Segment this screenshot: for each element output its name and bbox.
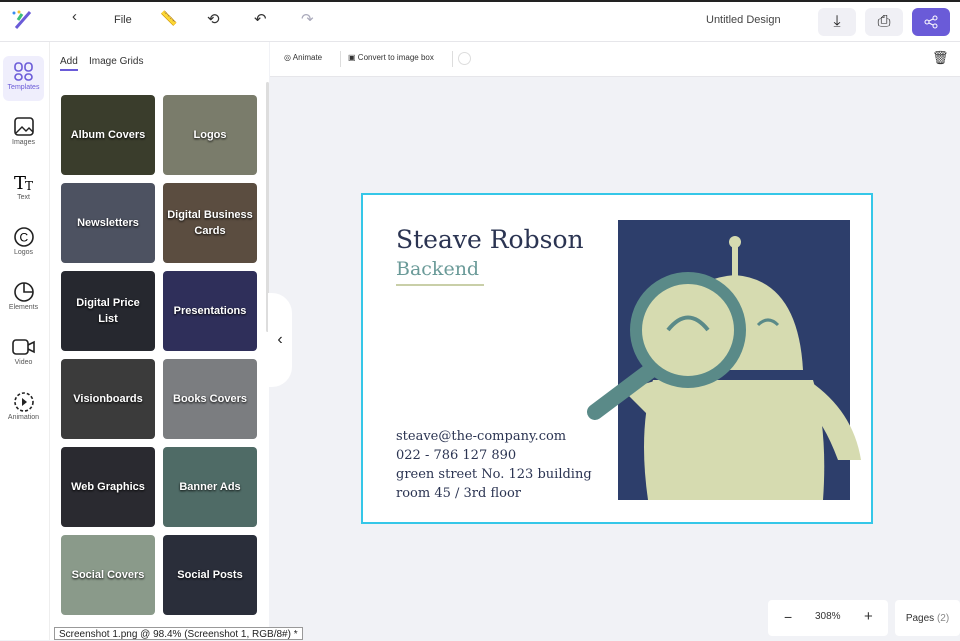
zoom-level[interactable]: 308% xyxy=(815,611,841,622)
rail-templates[interactable]: Templates xyxy=(3,56,44,101)
animate-icon: ◎ xyxy=(284,53,291,62)
template-category-label: Visionboards xyxy=(73,392,143,405)
copyright-icon: C xyxy=(13,227,34,247)
card-phone[interactable]: 022 - 786 127 890 xyxy=(396,446,592,465)
tab-add[interactable]: Add xyxy=(60,56,78,71)
chevron-left-icon: ‹ xyxy=(277,331,283,348)
template-category-label: Newsletters xyxy=(77,216,139,229)
pages-button[interactable]: Pages (2) xyxy=(895,600,960,636)
status-tooltip: Screenshot 1.png @ 98.4% (Screenshot 1, … xyxy=(54,627,303,640)
video-icon xyxy=(11,339,35,355)
zoom-out-button[interactable]: − xyxy=(784,609,792,625)
rail-text[interactable]: T T Text xyxy=(3,166,44,211)
templates-icon xyxy=(13,62,33,81)
rail-label: Logos xyxy=(13,249,34,256)
template-category-label: Logos xyxy=(193,128,227,141)
template-category-digital-business-cards[interactable]: Digital Business Cards xyxy=(163,183,257,263)
rail-label: Images xyxy=(12,139,35,146)
template-category-books-covers[interactable]: Books Covers xyxy=(163,359,257,439)
pie-icon xyxy=(13,282,34,302)
print-button[interactable]: ⎙ xyxy=(865,8,903,36)
template-category-label: Social Posts xyxy=(177,568,243,581)
collapse-panel-button[interactable]: ‹ xyxy=(268,293,292,387)
pages-count: (2) xyxy=(936,612,950,624)
card-address[interactable]: green street No. 123 building xyxy=(396,465,592,484)
template-category-label: Social Covers xyxy=(71,568,145,581)
rail-logos[interactable]: C Logos xyxy=(3,221,44,266)
card-contact: steave@the-company.com 022 - 786 127 890… xyxy=(396,427,592,503)
image-box-icon: ▣ xyxy=(348,53,356,62)
rail-label: Templates xyxy=(7,84,40,91)
template-category-label: Presentations xyxy=(173,304,247,317)
template-category-digital-price-list[interactable]: Digital Price List xyxy=(61,271,155,351)
rail-elements[interactable]: Elements xyxy=(3,276,44,321)
business-card[interactable]: Steave Robson Backend steave@the-company… xyxy=(361,193,873,524)
context-toolbar: ◎ Animate ▣ Convert to image box 🗑 xyxy=(270,42,960,77)
template-category-logos[interactable]: Logos xyxy=(163,95,257,175)
top-bar: ‹ File 📏 ⟲ ↶ ↷ Untitled Design ⤓ ⎙ xyxy=(0,0,960,42)
rail-label: Video xyxy=(14,359,33,366)
template-category-album-covers[interactable]: Album Covers xyxy=(61,95,155,175)
card-name[interactable]: Steave Robson xyxy=(396,225,584,254)
svg-text:T: T xyxy=(25,179,33,192)
convert-button[interactable]: ▣ Convert to image box xyxy=(348,53,434,62)
rail-animation[interactable]: Animation xyxy=(3,386,44,431)
history-icon[interactable]: ⟲ xyxy=(207,10,220,28)
divider xyxy=(340,51,341,67)
template-category-label: Digital Business Cards xyxy=(167,208,253,238)
tab-image-grids[interactable]: Image Grids xyxy=(89,56,143,67)
rail-images[interactable]: Images xyxy=(3,111,44,156)
animate-label: Animate xyxy=(292,53,323,62)
pages-label: Pages xyxy=(905,612,935,624)
opacity-circle[interactable] xyxy=(458,52,471,65)
share-icon xyxy=(924,15,938,29)
card-address-2[interactable]: room 45 / 3rd floor xyxy=(396,484,592,503)
template-category-label: Web Graphics xyxy=(71,480,145,493)
ruler-icon[interactable]: 📏 xyxy=(160,10,177,27)
card-role[interactable]: Backend xyxy=(396,258,484,286)
download-button[interactable]: ⤓ xyxy=(818,8,856,36)
template-category-presentations[interactable]: Presentations xyxy=(163,271,257,351)
convert-label: Convert to image box xyxy=(357,53,434,62)
file-menu[interactable]: File xyxy=(114,14,132,26)
left-rail: Templates Images T T Text C Logos Elements … xyxy=(0,42,50,640)
animate-button[interactable]: ◎ Animate xyxy=(284,53,322,62)
rail-label: Text xyxy=(17,194,30,201)
app-logo[interactable] xyxy=(10,8,34,32)
animation-icon xyxy=(13,392,34,412)
template-category-visionboards[interactable]: Visionboards xyxy=(61,359,155,439)
rail-label: Animation xyxy=(7,414,40,421)
text-icon: TT xyxy=(14,173,33,192)
zoom-in-button[interactable]: + xyxy=(864,608,873,625)
share-button[interactable] xyxy=(912,8,950,36)
robot-illustration[interactable] xyxy=(583,220,863,502)
back-icon[interactable]: ‹ xyxy=(72,8,77,25)
template-category-label: Digital Price List xyxy=(76,296,140,326)
template-category-social-posts[interactable]: Social Posts xyxy=(163,535,257,615)
template-category-label: Banner Ads xyxy=(179,480,241,493)
document-title[interactable]: Untitled Design xyxy=(706,14,781,26)
card-email[interactable]: steave@the-company.com xyxy=(396,427,592,446)
template-category-newsletters[interactable]: Newsletters xyxy=(61,183,155,263)
undo-icon[interactable]: ↶ xyxy=(254,10,267,28)
template-category-banner-ads[interactable]: Banner Ads xyxy=(163,447,257,527)
rail-label: Elements xyxy=(8,304,39,311)
image-icon xyxy=(13,117,34,136)
rail-video[interactable]: Video xyxy=(3,331,44,376)
divider xyxy=(452,51,453,67)
trash-icon[interactable]: 🗑 xyxy=(932,50,949,66)
template-category-social-covers[interactable]: Social Covers xyxy=(61,535,155,615)
zoom-control: − 308% + xyxy=(768,600,888,636)
template-category-label: Books Covers xyxy=(173,392,247,405)
template-category-web-graphics[interactable]: Web Graphics xyxy=(61,447,155,527)
templates-panel: Add Image Grids Album Covers Logos Newslet… xyxy=(50,42,269,640)
redo-icon[interactable]: ↷ xyxy=(301,10,314,28)
svg-text:C: C xyxy=(19,231,28,245)
template-category-label: Album Covers xyxy=(70,128,146,141)
